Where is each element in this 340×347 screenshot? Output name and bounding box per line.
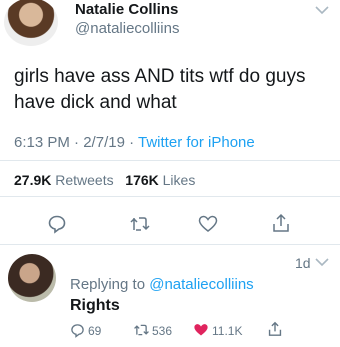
tweet-time: 6:13 PM bbox=[14, 134, 70, 151]
meta-separator: · bbox=[74, 134, 80, 151]
likes-stat[interactable]: 176K Likes bbox=[125, 172, 195, 188]
divider bbox=[0, 160, 340, 161]
reply-reply-count: 69 bbox=[88, 324, 102, 338]
replying-prefix: Replying to bbox=[70, 276, 146, 293]
replying-to: Replying to @nataliecolliins bbox=[70, 276, 254, 293]
chevron-down-icon[interactable] bbox=[315, 258, 329, 267]
replying-mention[interactable]: @nataliecolliins bbox=[149, 276, 253, 293]
reply-like-count: 11.1K bbox=[212, 324, 243, 338]
retweet-icon[interactable] bbox=[133, 323, 150, 337]
share-icon[interactable] bbox=[272, 213, 290, 233]
tweet-text: girls have ass AND tits wtf do guys have… bbox=[14, 66, 306, 113]
reply-avatar[interactable] bbox=[8, 254, 56, 302]
retweets-label: Retweets bbox=[55, 172, 114, 188]
reply-icon[interactable] bbox=[47, 214, 67, 234]
author-handle[interactable]: @nataliecolliins bbox=[75, 20, 179, 37]
meta-separator: · bbox=[129, 134, 135, 151]
author-avatar[interactable] bbox=[4, 0, 58, 46]
retweets-stat[interactable]: 27.9K Retweets bbox=[14, 172, 114, 188]
likes-count: 176K bbox=[125, 172, 159, 188]
reply-age: 1d bbox=[295, 255, 311, 271]
tweet-source[interactable]: Twitter for iPhone bbox=[138, 134, 255, 151]
like-icon[interactable] bbox=[193, 323, 209, 337]
like-icon[interactable] bbox=[198, 215, 218, 233]
reply-icon[interactable] bbox=[70, 323, 85, 338]
tweet-stats: 27.9K Retweets 176K Likes bbox=[14, 172, 195, 188]
tweet-meta: 6:13 PM · 2/7/19 · Twitter for iPhone bbox=[14, 134, 255, 151]
retweets-count: 27.9K bbox=[14, 172, 52, 188]
chevron-down-icon[interactable] bbox=[315, 6, 329, 15]
divider bbox=[0, 244, 340, 245]
author-name[interactable]: Natalie Collins bbox=[75, 1, 178, 18]
reply-text: Rights bbox=[70, 297, 120, 314]
reply-retweet-count: 536 bbox=[152, 324, 173, 338]
retweet-icon[interactable] bbox=[129, 215, 151, 233]
tweet-date: 2/7/19 bbox=[83, 134, 125, 151]
likes-label: Likes bbox=[162, 172, 196, 188]
share-icon[interactable] bbox=[268, 321, 282, 337]
divider bbox=[0, 196, 340, 197]
